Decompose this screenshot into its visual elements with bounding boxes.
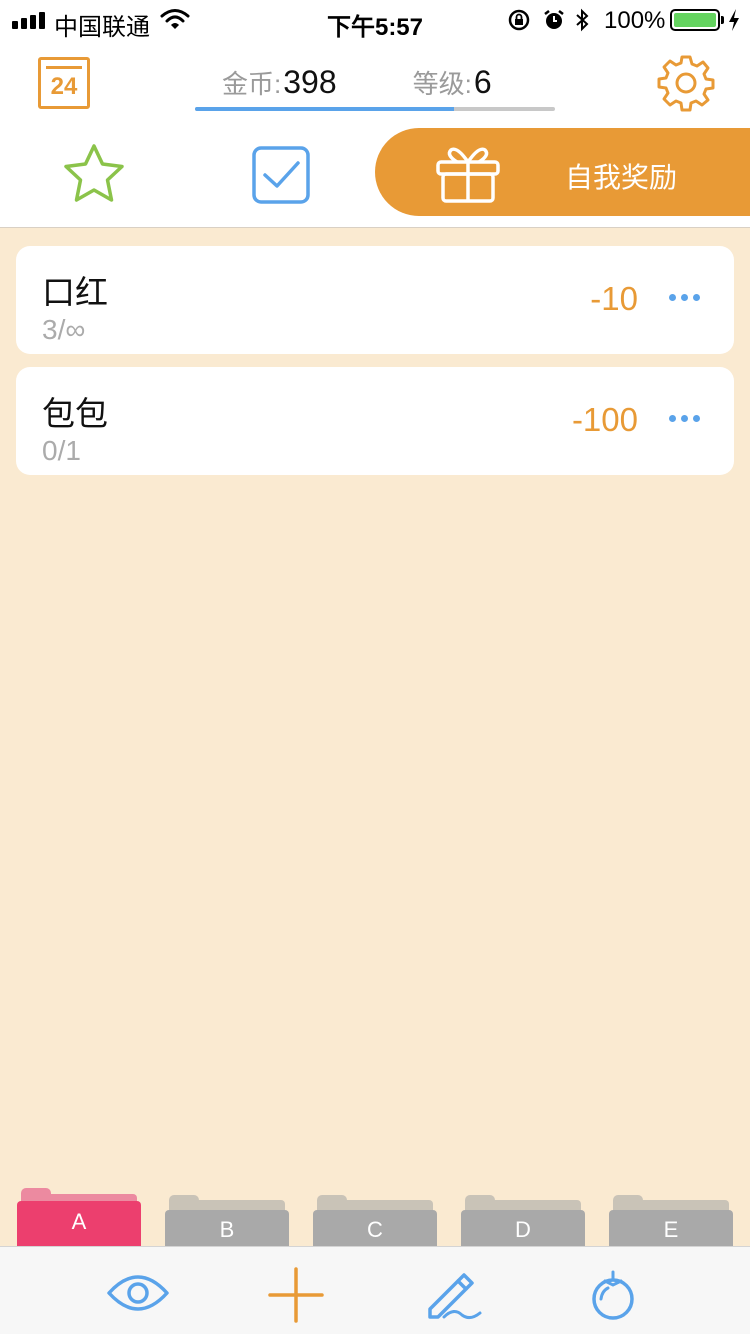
level-value: 6 <box>473 64 492 100</box>
reward-cost: -100 <box>571 401 638 438</box>
header: 24 金币: 398 等级: 6 <box>0 40 750 128</box>
edit-icon[interactable] <box>424 1267 484 1323</box>
plus-icon[interactable] <box>268 1267 324 1323</box>
folder-label: E <box>609 1210 733 1246</box>
folder-label: C <box>313 1210 437 1246</box>
reward-list: 口红 3/∞ -10 包包 0/1 -100 <box>16 246 734 488</box>
charging-icon <box>729 9 739 31</box>
reward-name: 口红 <box>42 274 108 311</box>
battery-tip <box>721 16 724 24</box>
tab-self-reward-label: 自我奖励 <box>565 162 678 193</box>
calendar-icon[interactable]: 24 <box>38 57 90 109</box>
level-progress-bar <box>195 107 555 111</box>
calendar-day: 24 <box>50 73 78 100</box>
folder-label: B <box>165 1210 289 1246</box>
folder-tab-d[interactable]: D <box>461 1186 585 1246</box>
stats: 金币: 398 等级: 6 <box>222 64 492 101</box>
folder-label: A <box>17 1201 141 1246</box>
folder-tab-c[interactable]: C <box>313 1186 437 1246</box>
reward-count: 0/1 <box>42 435 81 466</box>
battery-icon <box>670 9 720 31</box>
bluetooth-icon <box>576 8 589 32</box>
bottom-toolbar <box>0 1246 750 1334</box>
list-item[interactable]: 口红 3/∞ -10 <box>16 246 734 354</box>
gift-icon <box>436 147 500 203</box>
star-icon[interactable] <box>60 142 128 206</box>
level-progress-fill <box>195 107 455 111</box>
coins-label: 金币: <box>222 69 282 99</box>
more-icon[interactable] <box>669 294 700 301</box>
folder-tabs: A B C D E <box>0 1186 750 1246</box>
folder-tab-b[interactable]: B <box>165 1186 289 1246</box>
list-item[interactable]: 包包 0/1 -100 <box>16 367 734 475</box>
battery-percent: 100% <box>604 7 666 34</box>
more-icon[interactable] <box>669 415 700 422</box>
tab-self-reward[interactable]: 自我奖励 <box>375 128 750 216</box>
tomato-icon[interactable] <box>588 1267 638 1323</box>
folder-tab-a[interactable]: A <box>17 1186 141 1246</box>
folder-tab-e[interactable]: E <box>609 1186 733 1246</box>
coins-value: 398 <box>283 64 337 100</box>
status-bar: 中国联通 下午5:57 100% <box>0 0 750 41</box>
eye-icon[interactable] <box>106 1267 170 1319</box>
alarm-icon <box>544 10 564 29</box>
reward-name: 包包 <box>42 395 108 432</box>
tab-bar: 自我奖励 <box>0 128 750 228</box>
rotation-lock-icon <box>508 9 530 31</box>
reward-cost: -10 <box>590 280 638 317</box>
reward-count: 3/∞ <box>42 314 86 345</box>
folder-label: D <box>461 1210 585 1246</box>
checkbox-icon[interactable] <box>252 146 310 204</box>
level-label: 等级: <box>412 69 472 99</box>
gear-icon[interactable] <box>656 53 716 113</box>
